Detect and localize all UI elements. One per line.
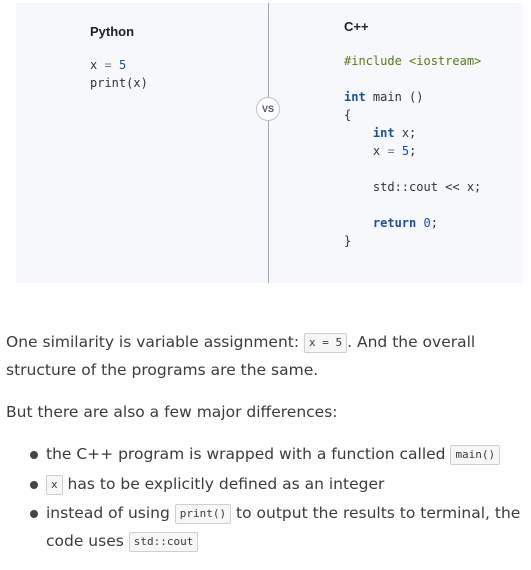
cpp-heading: C++ bbox=[344, 19, 369, 34]
cpp-return-keyword: return bbox=[372, 216, 417, 230]
similarity-paragraph: One similarity is variable assignment: x… bbox=[6, 328, 526, 384]
cpp-main-type: int bbox=[344, 90, 366, 104]
cpp-assign-number: 5 bbox=[401, 144, 410, 158]
vs-badge: VS bbox=[256, 97, 280, 121]
difference-item-2: x has to be explicitly defined as an int… bbox=[46, 470, 524, 498]
cpp-cout-line: std::cout << x; bbox=[372, 180, 482, 194]
difference-1-text: the C++ program is wrapped with a functi… bbox=[46, 445, 451, 463]
inline-code-x-assign: x = 5 bbox=[304, 333, 348, 353]
python-assign-op: = bbox=[104, 58, 112, 72]
cpp-decl-rest: x; bbox=[394, 126, 417, 140]
cpp-code-block: #include <iostream> int main () { int x;… bbox=[344, 52, 481, 250]
inline-code-x: x bbox=[46, 475, 63, 495]
difference-item-1: the C++ program is wrapped with a functi… bbox=[46, 440, 524, 468]
inline-code-print: print() bbox=[174, 504, 232, 524]
cpp-open-brace: { bbox=[344, 108, 352, 122]
cpp-assign-end: ; bbox=[409, 144, 417, 158]
python-code-block: x = 5 print(x) bbox=[90, 56, 148, 92]
cpp-decl-type: int bbox=[372, 126, 395, 140]
cpp-return-end: ; bbox=[430, 216, 438, 230]
python-heading: Python bbox=[90, 24, 135, 39]
cpp-close-brace: } bbox=[344, 234, 352, 248]
python-number: 5 bbox=[118, 58, 127, 72]
comparison-divider bbox=[268, 3, 269, 283]
inline-code-main: main() bbox=[450, 445, 501, 465]
bullet-dot bbox=[30, 451, 38, 459]
cpp-include-line: #include <iostream> bbox=[344, 54, 482, 68]
cpp-assign-op: = bbox=[387, 144, 395, 158]
bullet-dot bbox=[30, 481, 38, 489]
difference-3-text-before: instead of using bbox=[46, 504, 175, 522]
bullet-dot bbox=[30, 510, 38, 518]
cpp-return-number: 0 bbox=[423, 216, 431, 230]
cpp-assign-var: x bbox=[372, 144, 381, 158]
difference-item-3: instead of using print() to output the r… bbox=[46, 499, 524, 555]
inline-code-std-cout: std::cout bbox=[128, 532, 199, 552]
python-print-line: print(x) bbox=[90, 76, 148, 90]
python-var: x bbox=[90, 58, 98, 72]
cpp-main-signature: main () bbox=[365, 90, 424, 104]
similarity-text-before: One similarity is variable assignment: bbox=[6, 333, 305, 351]
difference-2-text: has to be explicitly defined as an integ… bbox=[62, 475, 385, 493]
differences-intro: But there are also a few major differenc… bbox=[6, 403, 338, 421]
